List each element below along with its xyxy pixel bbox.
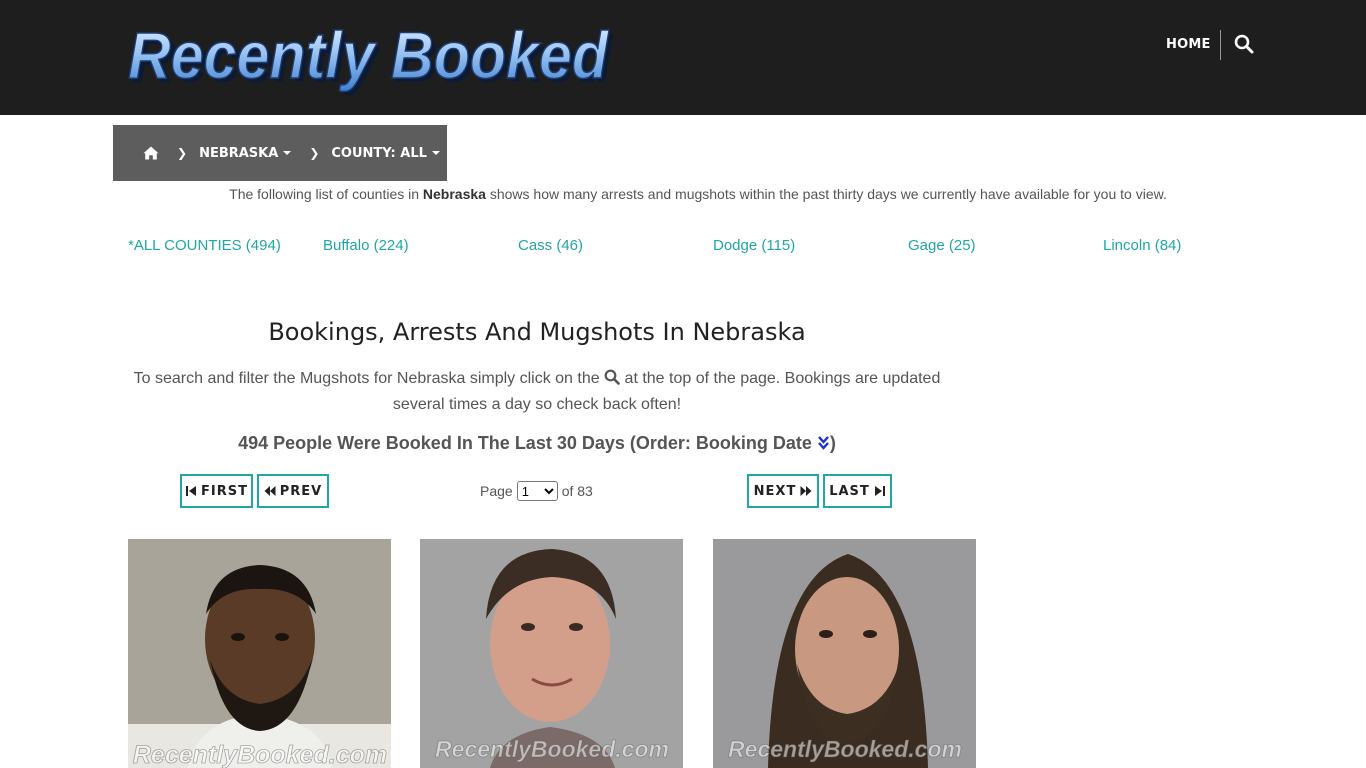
first-page-button[interactable]: FIRST [180,474,253,508]
chevron-right-icon: ❯ [309,146,320,160]
page-selector: Page 1 of 83 [480,481,593,501]
caret-down-icon [431,151,440,155]
top-navbar: Recently Booked Recently Booked HOME [0,0,1366,115]
mugshot-photo: RecentlyBooked.com [713,539,976,768]
county-link-cass[interactable]: Cass (46) [518,237,583,254]
booking-count-close: ) [829,433,836,453]
booking-count-heading: 494 People Were Booked In The Last 30 Da… [128,433,946,454]
mugshot-photo: RecentlyBooked.com [420,539,683,768]
search-icon[interactable] [1234,34,1254,54]
intro-text: The following list of counties in Nebras… [113,186,1283,202]
search-icon [604,368,620,385]
booking-count-text: 494 People Were Booked In The Last 30 Da… [238,433,812,453]
mugshot-watermark: RecentlyBooked.com [133,741,387,768]
prev-page-button[interactable]: PREV [257,474,329,508]
county-list: *ALL COUNTIES (494) Buffalo (224) Cass (… [0,237,1366,259]
intro-text-end: shows how many arrests and mugshots with… [485,186,1167,202]
county-link-dodge[interactable]: Dodge (115) [713,237,795,254]
mugshot-card[interactable]: RecentlyBooked.com [420,539,683,768]
intro-text-start: The following list of counties in [229,186,423,202]
last-page-label: LAST [829,483,870,499]
step-backward-icon [186,486,197,496]
page-title: Bookings, Arrests And Mugshots In Nebras… [268,318,806,346]
county-link-gage[interactable]: Gage (25) [908,237,976,254]
last-page-button[interactable]: LAST [823,474,892,508]
first-page-label: FIRST [201,483,248,499]
desc-text-start: To search and filter the Mugshots for Ne… [133,370,600,387]
search-instructions: To search and filter the Mugshots for Ne… [128,366,946,418]
home-icon[interactable] [143,145,159,161]
county-link-buffalo[interactable]: Buffalo (224) [323,237,409,254]
mugshot-photo: RecentlyBooked.com [128,539,391,768]
mugshot-card[interactable]: RecentlyBooked.com [713,539,976,768]
county-link-all[interactable]: *ALL COUNTIES (494) [128,237,281,254]
page-label: Page [480,483,513,499]
nav-divider [1220,30,1221,60]
backward-icon [264,486,276,496]
breadcrumb-state-label: NEBRASKA [199,145,279,161]
step-forward-icon [874,486,885,496]
next-page-label: NEXT [753,483,797,499]
prev-page-label: PREV [279,483,323,499]
nav-home-link[interactable]: HOME [1166,37,1211,52]
site-logo[interactable]: Recently Booked Recently Booked [126,18,616,96]
breadcrumb-state-dropdown[interactable]: NEBRASKA [199,145,292,161]
breadcrumb-county-dropdown[interactable]: COUNTY: ALL [331,146,440,161]
page-select[interactable]: 1 [516,481,558,501]
chevron-right-icon: ❯ [177,146,188,160]
breadcrumb: ❯ NEBRASKA ❯ COUNTY: ALL [113,125,447,181]
forward-icon [800,486,812,496]
mugshot-card[interactable]: RecentlyBooked.com [128,539,391,768]
intro-state-name: Nebraska [422,186,486,202]
mugshot-watermark: RecentlyBooked.com [435,736,669,762]
page-total: of 83 [561,483,593,499]
caret-down-icon [283,151,292,155]
breadcrumb-county-label: COUNTY: ALL [331,145,427,161]
sort-order-icon[interactable] [817,435,830,451]
county-link-lincoln[interactable]: Lincoln (84) [1103,237,1181,254]
next-page-button[interactable]: NEXT [747,474,819,508]
svg-text:Recently Booked: Recently Booked [128,18,610,92]
mugshot-watermark: RecentlyBooked.com [728,736,962,762]
